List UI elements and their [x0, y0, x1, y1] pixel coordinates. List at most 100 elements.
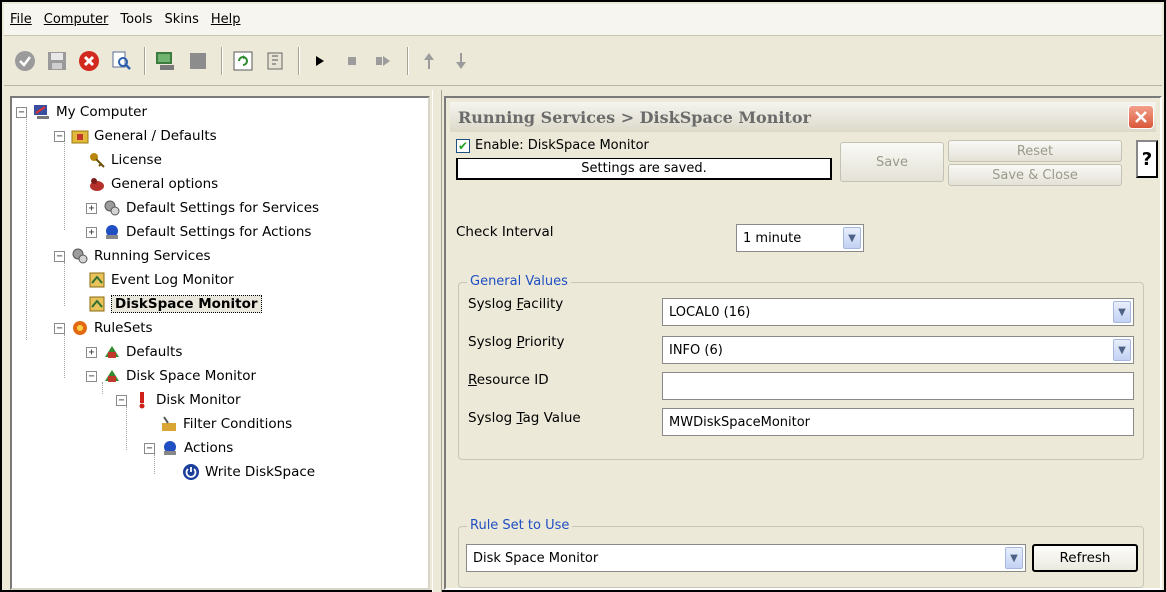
- syslog-tag-field[interactable]: MWDiskSpaceMonitor: [662, 408, 1134, 436]
- monitor-service-icon: [88, 271, 106, 289]
- rule-icon: [133, 391, 151, 409]
- menu-computer[interactable]: Computer: [44, 12, 109, 27]
- syslog-priority-value: INFO (6): [669, 342, 723, 358]
- chevron-down-icon[interactable]: ▼: [1005, 547, 1023, 569]
- syslog-facility-select[interactable]: LOCAL0 (16) ▼: [662, 298, 1134, 326]
- service-settings-panel: Running Services > DiskSpace Monitor ✔ E…: [444, 96, 1162, 590]
- tools-icon[interactable]: [262, 48, 288, 74]
- rule-set-value: Disk Space Monitor: [473, 550, 599, 566]
- step-forward-icon[interactable]: [371, 48, 397, 74]
- chevron-down-icon[interactable]: ▼: [1113, 339, 1131, 361]
- search-icon[interactable]: [108, 48, 134, 74]
- expand-toggle[interactable]: +: [86, 346, 97, 358]
- apply-icon[interactable]: [12, 48, 38, 74]
- tree-item-write-diskspace[interactable]: Write DiskSpace: [182, 460, 315, 484]
- move-up-icon[interactable]: [416, 48, 442, 74]
- tree-item-default-actions[interactable]: + Default Settings for Actions: [86, 220, 311, 244]
- computer-icon: [33, 103, 51, 121]
- tree-item-default-services[interactable]: + Default Settings for Services: [86, 196, 319, 220]
- delete-icon[interactable]: [76, 48, 102, 74]
- collapse-toggle[interactable]: −: [54, 322, 65, 334]
- expand-toggle[interactable]: +: [86, 202, 97, 214]
- panel-header: Running Services > DiskSpace Monitor: [450, 102, 1156, 132]
- check-interval-label: Check Interval: [456, 224, 554, 240]
- tree-item-disk-space-monitor[interactable]: − Disk Space Monitor: [86, 364, 256, 388]
- tree-item-rulesets[interactable]: − RuleSets: [54, 316, 153, 340]
- computer-icon[interactable]: [153, 48, 179, 74]
- stop-square-icon[interactable]: [339, 48, 365, 74]
- tree-item-event-log-monitor[interactable]: Event Log Monitor: [88, 268, 234, 292]
- tree-item-disk-monitor[interactable]: − Disk Monitor: [116, 388, 241, 412]
- play-icon[interactable]: [307, 48, 333, 74]
- syslog-priority-label: Syslog Priority: [468, 334, 565, 350]
- tree-item-general-defaults[interactable]: − General / Defaults: [54, 124, 217, 148]
- actions-icon: [103, 223, 121, 241]
- menu-tools[interactable]: Tools: [120, 12, 152, 27]
- rules-icon: [103, 367, 121, 385]
- close-button[interactable]: [1128, 105, 1154, 129]
- collapse-toggle[interactable]: −: [144, 442, 155, 454]
- options-icon: [88, 175, 106, 193]
- enable-checkbox[interactable]: ✔: [456, 138, 470, 153]
- tree-item-diskspace-monitor[interactable]: DiskSpace Monitor: [88, 292, 262, 316]
- tree-item-defaults[interactable]: + Defaults: [86, 340, 182, 364]
- enable-checkbox-row[interactable]: ✔ Enable: DiskSpace Monitor: [456, 138, 649, 153]
- chevron-down-icon[interactable]: ▼: [1113, 301, 1131, 323]
- tree-item-filter-conditions[interactable]: Filter Conditions: [160, 412, 292, 436]
- tree-connector: [26, 112, 27, 340]
- refresh-button[interactable]: Refresh: [1032, 544, 1138, 572]
- menu-help[interactable]: Help: [211, 12, 241, 27]
- collapse-toggle[interactable]: −: [86, 370, 97, 382]
- toolbar-separator: [144, 46, 145, 75]
- check-interval-select[interactable]: 1 minute ▼: [736, 224, 864, 252]
- toolbar-separator: [221, 46, 222, 75]
- configuration-tree: − My Computer − General / Defaults Licen…: [10, 96, 430, 590]
- panel-splitter[interactable]: [432, 90, 442, 592]
- services-icon: [103, 199, 121, 217]
- help-button[interactable]: ?: [1136, 140, 1158, 178]
- collapse-toggle[interactable]: −: [54, 250, 65, 262]
- toolbar: [4, 36, 1162, 86]
- tree-item-running-services[interactable]: − Running Services: [54, 244, 211, 268]
- rule-set-legend: Rule Set to Use: [467, 518, 573, 533]
- toolbar-separator: [298, 46, 299, 75]
- collapse-toggle[interactable]: −: [116, 394, 127, 406]
- filter-icon: [160, 415, 178, 433]
- save-button[interactable]: Save: [840, 142, 944, 182]
- rules-icon: [103, 343, 121, 361]
- tree-connector: [64, 138, 65, 230]
- syslog-priority-select[interactable]: INFO (6) ▼: [662, 336, 1134, 364]
- enable-label: Enable: DiskSpace Monitor: [475, 138, 649, 153]
- tree-connector: [126, 406, 127, 450]
- tree-item-actions[interactable]: − Actions: [144, 436, 233, 460]
- chevron-down-icon[interactable]: ▼: [843, 227, 861, 249]
- resource-id-field[interactable]: [662, 372, 1134, 400]
- menu-skins[interactable]: Skins: [164, 12, 198, 27]
- status-message: Settings are saved.: [456, 158, 832, 180]
- save-disk-icon[interactable]: [44, 48, 70, 74]
- ruleset-icon: [71, 319, 89, 337]
- menu-bar: File Computer Tools Skins Help: [4, 4, 1162, 36]
- save-close-button[interactable]: Save & Close: [948, 164, 1122, 186]
- check-interval-value: 1 minute: [743, 230, 802, 246]
- expand-toggle[interactable]: +: [86, 226, 97, 238]
- key-icon: [88, 151, 106, 169]
- stop-icon[interactable]: [185, 48, 211, 74]
- refresh-icon[interactable]: [230, 48, 256, 74]
- move-down-icon[interactable]: [448, 48, 474, 74]
- rule-set-select[interactable]: Disk Space Monitor ▼: [466, 544, 1026, 572]
- syslog-tag-label: Syslog Tag Value: [468, 410, 581, 426]
- syslog-facility-label: Syslog Facility: [468, 296, 564, 312]
- collapse-toggle[interactable]: −: [54, 130, 65, 142]
- tree-connector: [64, 262, 65, 306]
- tree-item-my-computer[interactable]: − My Computer: [16, 100, 147, 124]
- menu-file[interactable]: File: [10, 12, 32, 27]
- tree-connector: [64, 334, 65, 378]
- collapse-toggle[interactable]: −: [16, 106, 27, 118]
- tree-item-license[interactable]: License: [88, 148, 162, 172]
- tree-item-general-options[interactable]: General options: [88, 172, 218, 196]
- folder-icon: [71, 127, 89, 145]
- monitor-service-icon: [88, 295, 106, 313]
- toolbar-separator: [407, 46, 408, 75]
- reset-button[interactable]: Reset: [948, 140, 1122, 162]
